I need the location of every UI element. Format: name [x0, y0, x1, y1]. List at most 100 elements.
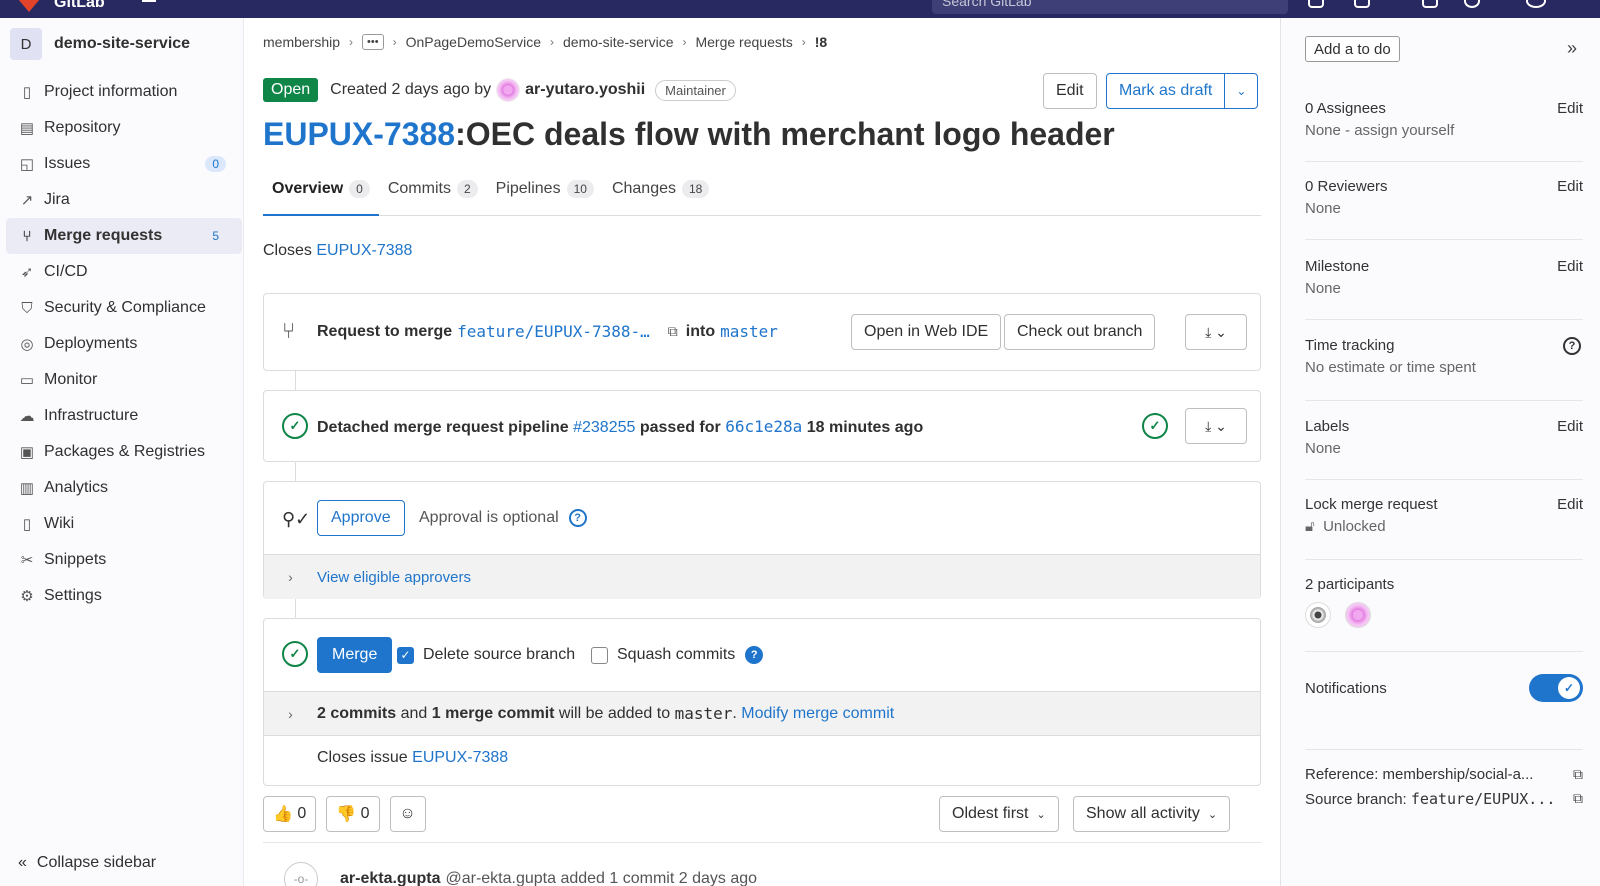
squash-commits-checkbox[interactable]: [591, 646, 608, 664]
add-todo-button[interactable]: Add a to do: [1305, 36, 1400, 62]
author-avatar[interactable]: [496, 78, 521, 102]
sidebar-nav: ▯ Project information ▤ Repository ◱ Iss…: [6, 74, 242, 614]
mark-as-draft-button[interactable]: Mark as draft: [1107, 74, 1226, 108]
assignees-edit-link[interactable]: Edit: [1557, 100, 1583, 117]
commits-summary-row[interactable]: › 2 commits and 1 merge commit will be a…: [264, 691, 1260, 736]
artifacts-download-dropdown[interactable]: ⤓ ⌄: [1185, 408, 1247, 444]
search-input[interactable]: Search GitLab: [932, 0, 1288, 14]
merge-button[interactable]: Merge: [317, 637, 393, 673]
sidebar-item-wiki[interactable]: ▯ Wiki: [6, 506, 242, 542]
milestone-title: Milestone: [1305, 258, 1370, 275]
tab-overview[interactable]: Overview 0: [263, 176, 379, 216]
thumbs-up-button[interactable]: 👍 0: [263, 796, 317, 832]
question-icon[interactable]: ?: [745, 646, 764, 664]
copy-icon[interactable]: ⧉: [1569, 766, 1583, 783]
delete-source-branch-checkbox[interactable]: ✓: [397, 646, 414, 664]
sidebar-item-issues[interactable]: ◱ Issues 0: [6, 146, 242, 182]
sidebar-item-infrastructure[interactable]: ☁ Infrastructure: [6, 398, 242, 434]
breadcrumb-item-current[interactable]: !8: [815, 34, 827, 50]
status-success-icon[interactable]: ✓: [282, 413, 308, 439]
copy-icon[interactable]: ⧉: [668, 323, 678, 340]
reviewers-edit-link[interactable]: Edit: [1557, 178, 1583, 195]
milestone-edit-link[interactable]: Edit: [1557, 258, 1583, 275]
gitlab-logo-icon[interactable]: [18, 0, 40, 12]
notifications-toggle[interactable]: ✓: [1529, 674, 1583, 702]
collapse-sidebar-button[interactable]: « Collapse sidebar: [18, 854, 156, 872]
lock-edit-link[interactable]: Edit: [1557, 496, 1583, 513]
edit-button[interactable]: Edit: [1043, 73, 1097, 109]
help-icon[interactable]: [1464, 0, 1480, 8]
squash-commits-option[interactable]: Squash commits ?: [591, 646, 764, 664]
todos-shortcut-icon[interactable]: [1422, 0, 1438, 8]
chevron-down-icon[interactable]: ⌄: [1225, 84, 1257, 98]
download-dropdown[interactable]: ⤓ ⌄: [1185, 314, 1247, 350]
pipeline-id-link[interactable]: #238255: [573, 419, 635, 436]
sidebar-item-security-compliance[interactable]: ⛉ Security & Compliance: [6, 290, 242, 326]
open-web-ide-button[interactable]: Open in Web IDE: [851, 314, 1002, 350]
tab-changes[interactable]: Changes 18: [603, 176, 718, 216]
sidebar-item-snippets[interactable]: ✂ Snippets: [6, 542, 242, 578]
breadcrumb-item-project[interactable]: demo-site-service: [563, 34, 673, 50]
avatar[interactable]: [1305, 602, 1331, 628]
avatar[interactable]: [1345, 602, 1371, 628]
sidebar-item-analytics[interactable]: ▥ Analytics: [6, 470, 242, 506]
author-name[interactable]: ar-yutaro.yoshii: [525, 81, 645, 99]
view-eligible-approvers-row[interactable]: › View eligible approvers: [264, 554, 1260, 599]
sidebar-item-monitor[interactable]: ▭ Monitor: [6, 362, 242, 398]
sidebar-item-label: Issues: [44, 155, 91, 172]
thumbs-up-icon: 👍: [273, 806, 293, 823]
stage-success-icon[interactable]: ✓: [1142, 413, 1168, 439]
breadcrumb-item-merge-requests[interactable]: Merge requests: [695, 34, 792, 50]
activity-author[interactable]: ar-ekta.gupta: [340, 870, 440, 886]
collapse-right-sidebar-icon[interactable]: »: [1567, 38, 1577, 59]
labels-edit-link[interactable]: Edit: [1557, 418, 1583, 435]
merge-requests-shortcut-icon[interactable]: [1354, 0, 1370, 8]
closes-issue-link[interactable]: EUPUX-7388: [316, 242, 412, 259]
add-reaction-button[interactable]: ☺: [389, 796, 426, 832]
sidebar-item-merge-requests[interactable]: ⑂ Merge requests 5: [6, 218, 242, 254]
check-out-branch-button[interactable]: Check out branch: [1004, 314, 1156, 350]
download-icon: ⤓: [1205, 417, 1212, 434]
thumbs-down-button[interactable]: 👎 0: [326, 796, 380, 832]
user-avatar[interactable]: [1526, 0, 1546, 8]
sidebar-item-settings[interactable]: ⚙ Settings: [6, 578, 242, 614]
merge-commit-count: 1 merge commit: [431, 704, 555, 722]
activity-filter-dropdown[interactable]: Show all activity ⌄: [1073, 796, 1231, 832]
sidebar-item-jira[interactable]: ↗ Jira: [6, 182, 242, 218]
question-icon[interactable]: ?: [1563, 337, 1581, 355]
closes-issue-link[interactable]: EUPUX-7388: [412, 749, 508, 766]
sidebar-item-ci-cd[interactable]: ➶ CI/CD: [6, 254, 242, 290]
assignees-value[interactable]: None - assign yourself: [1305, 122, 1583, 139]
reviewers-value: None: [1305, 200, 1341, 217]
tab-commits[interactable]: Commits 2: [379, 176, 487, 216]
sidebar-item-deployments[interactable]: ◎ Deployments: [6, 326, 242, 362]
sidebar-item-packages-registries[interactable]: ▣ Packages & Registries: [6, 434, 242, 470]
activity-handle[interactable]: @ar-ekta.gupta: [445, 870, 556, 886]
sidebar-item-project-information[interactable]: ▯ Project information: [6, 74, 242, 110]
sidebar-item-repository[interactable]: ▤ Repository: [6, 110, 242, 146]
title-issue-link[interactable]: EUPUX-7388: [263, 116, 455, 152]
modify-merge-commit-link[interactable]: Modify merge commit: [741, 705, 894, 723]
breadcrumb-item-group[interactable]: OnPageDemoService: [406, 34, 541, 50]
check-icon: ✓: [1558, 677, 1580, 699]
sort-order-dropdown[interactable]: Oldest first ⌄: [939, 796, 1059, 832]
source-branch-link[interactable]: feature/EUPUX-7388-…: [457, 322, 650, 341]
project-header[interactable]: D demo-site-service: [10, 28, 190, 60]
project-name[interactable]: demo-site-service: [54, 35, 190, 53]
delete-source-branch-option[interactable]: ✓ Delete source branch: [397, 646, 575, 664]
issues-shortcut-icon[interactable]: [1308, 0, 1324, 8]
question-icon[interactable]: ?: [568, 509, 587, 527]
assignees-block: 0 Assignees None - assign yourself Edit: [1305, 100, 1583, 162]
breadcrumb-item-membership[interactable]: membership: [263, 34, 340, 50]
approve-button[interactable]: Approve: [317, 500, 405, 536]
brand-name[interactable]: GitLab: [54, 0, 105, 12]
target-branch-link[interactable]: master: [720, 322, 778, 341]
lock-value: Unlocked: [1323, 518, 1386, 535]
menu-icon[interactable]: [142, 0, 156, 3]
breadcrumb-expand-button[interactable]: •••: [362, 34, 384, 50]
and-text: and: [400, 704, 428, 722]
commit-sha-link[interactable]: 66c1e28a: [725, 417, 802, 436]
copy-icon[interactable]: ⧉: [1569, 790, 1583, 807]
tab-pipelines[interactable]: Pipelines 10: [487, 176, 603, 216]
view-eligible-approvers-link[interactable]: View eligible approvers: [317, 569, 471, 586]
